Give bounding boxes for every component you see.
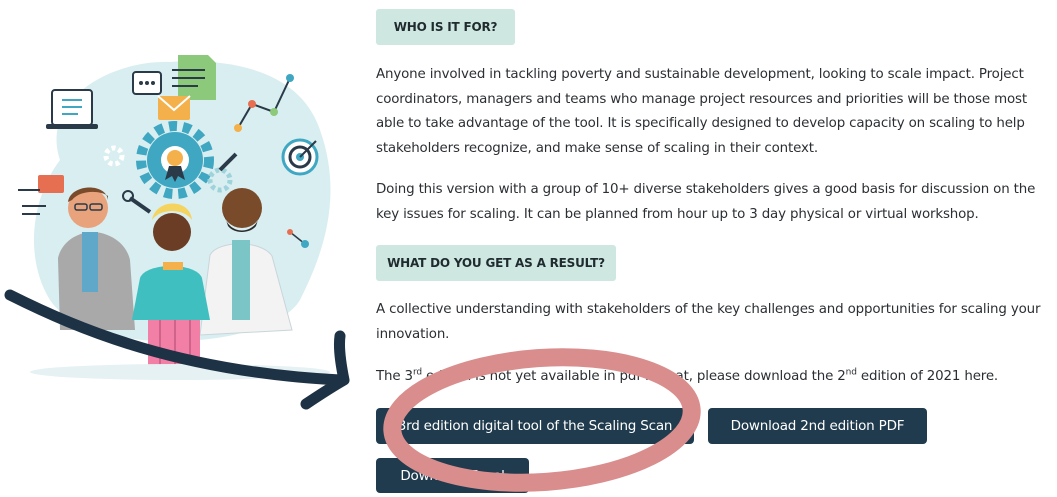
document-icon bbox=[172, 55, 216, 100]
download-note: The 3rd edition is not yet available in … bbox=[376, 365, 1056, 390]
download-note-sup1: rd bbox=[412, 367, 422, 378]
who-is-it-for-heading: WHO IS IT FOR? bbox=[376, 9, 515, 45]
digital-tool-button[interactable]: 3rd edition digital tool of the Scaling … bbox=[376, 408, 694, 444]
result-heading: WHAT DO YOU GET AS A RESULT? bbox=[376, 245, 616, 281]
download-note-part2: edition is not yet available in pdf form… bbox=[421, 369, 846, 384]
download-note-part1: The 3 bbox=[376, 369, 413, 384]
chat-icon bbox=[132, 71, 162, 95]
result-text: A collective understanding with stakehol… bbox=[376, 302, 1041, 342]
email-icon bbox=[157, 95, 191, 120]
download-excel-button[interactable]: Download Excel bbox=[376, 458, 529, 493]
who-is-it-for-text-1: Anyone involved in tackling poverty and … bbox=[376, 67, 1027, 156]
target-icon bbox=[281, 138, 319, 176]
who-is-it-for-text-2: Doing this version with a group of 10+ d… bbox=[376, 182, 1036, 222]
team-illustration bbox=[0, 0, 360, 493]
download-note-part3: edition of 2021 here. bbox=[856, 369, 999, 384]
download-note-sup2: nd bbox=[845, 367, 857, 378]
download-pdf-button[interactable]: Download 2nd edition PDF bbox=[708, 408, 927, 444]
document-icon bbox=[46, 89, 98, 129]
